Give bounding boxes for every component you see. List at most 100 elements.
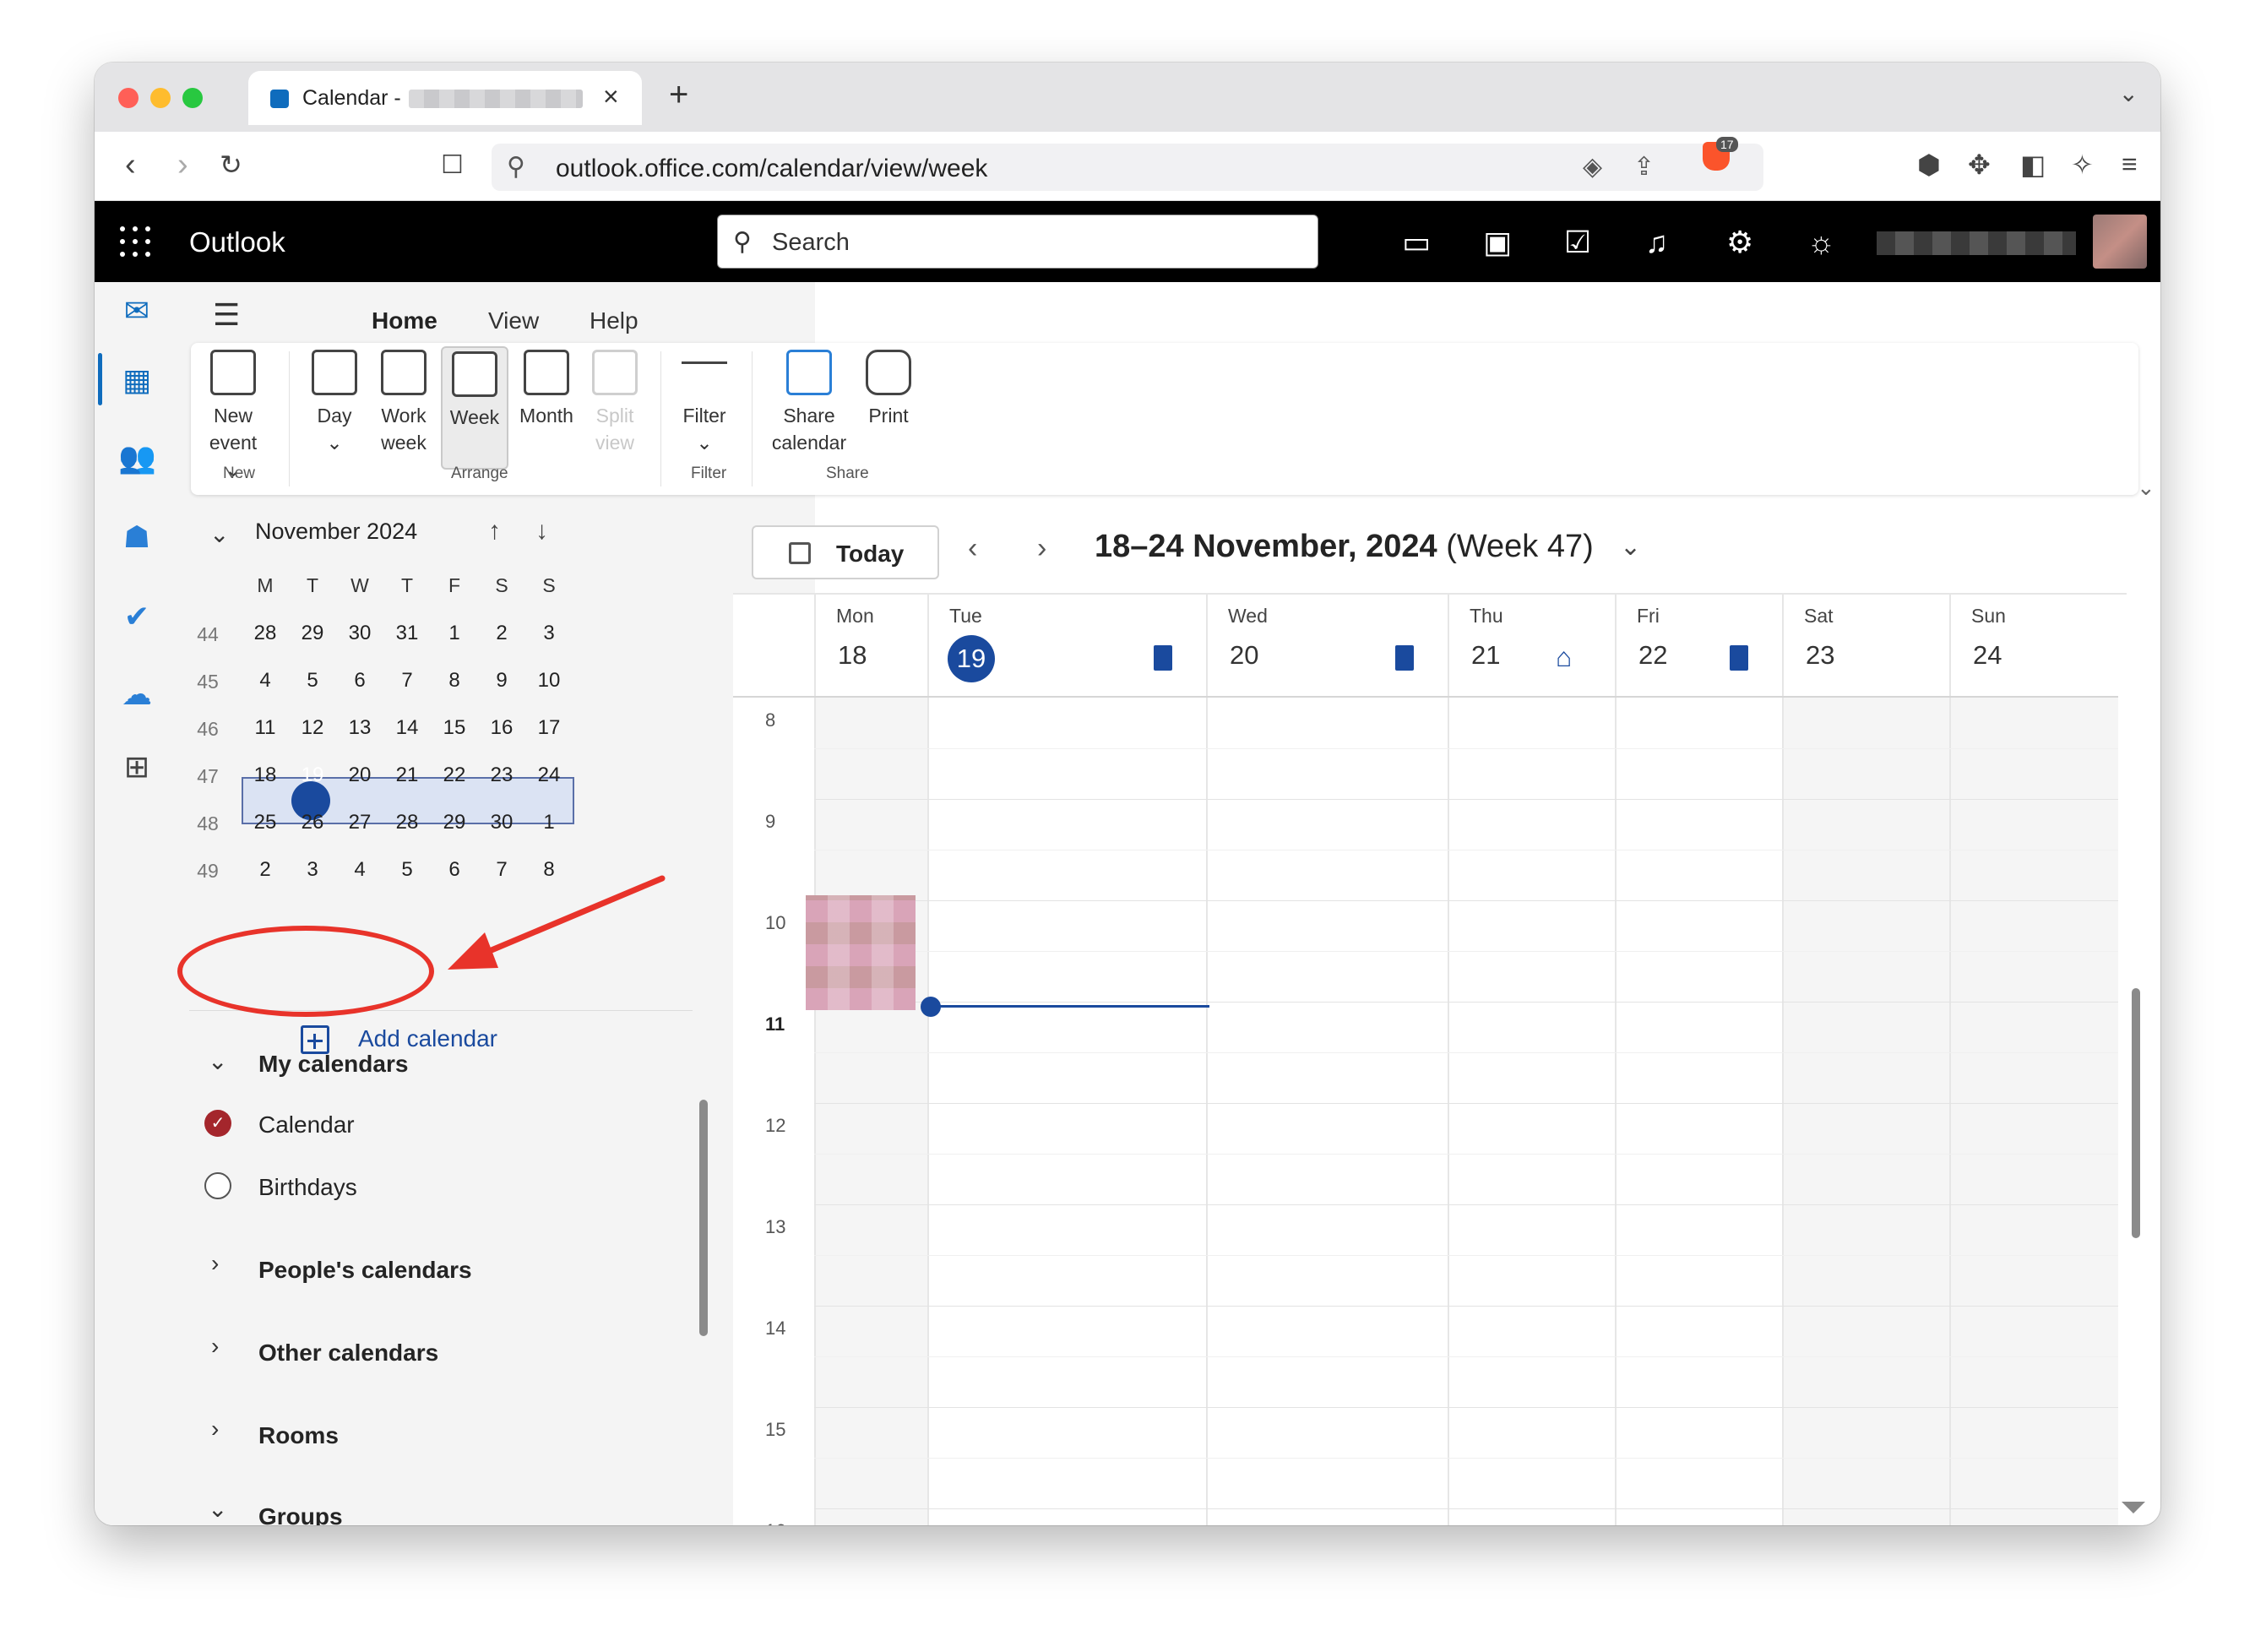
mini-calendar-day[interactable]: 2	[242, 846, 289, 894]
other-calendars-chevron-icon[interactable]: ›	[211, 1333, 219, 1360]
rooms-chevron-icon[interactable]: ›	[211, 1416, 219, 1443]
previous-week-chevron-icon[interactable]: ‹	[968, 532, 977, 565]
more-apps-icon[interactable]: ⊞	[118, 748, 155, 785]
forward-icon[interactable]: ›	[177, 147, 188, 183]
bookmark-icon[interactable]: ☐	[441, 150, 464, 180]
calendar-checked-icon[interactable]: ✓	[204, 1110, 231, 1137]
tab-help[interactable]: Help	[590, 307, 638, 334]
settings-gear-icon[interactable]: ⚙	[1726, 225, 1753, 260]
mini-calendar-day[interactable]: 11	[242, 704, 289, 752]
mini-calendar-day[interactable]: 7	[383, 657, 431, 704]
tips-lightbulb-icon[interactable]: ☼	[1807, 225, 1835, 260]
mini-calendar-day[interactable]: 16	[478, 704, 525, 752]
extension-icon[interactable]: ⬢	[1917, 149, 1941, 181]
date-range-picker[interactable]: 18–24 November, 2024 (Week 47)	[1095, 529, 1594, 565]
browser-menu-icon[interactable]: ≡	[2122, 149, 2138, 180]
mini-calendar-day[interactable]: 1	[525, 799, 573, 846]
meet-now-icon[interactable]: ▭	[1402, 225, 1431, 260]
day-number[interactable]: 18	[838, 640, 867, 671]
print-button[interactable]: Print	[858, 350, 919, 429]
day-column[interactable]: Sat 23	[1782, 595, 1949, 1525]
groups-heading[interactable]: Groups	[258, 1503, 343, 1525]
groups-icon[interactable]: ☗	[118, 519, 155, 556]
app-launcher-icon[interactable]	[120, 226, 150, 257]
onedrive-cloud-icon[interactable]: ☁	[118, 676, 155, 713]
mini-calendar-day[interactable]: 6	[431, 846, 478, 894]
mini-calendar-day[interactable]: 28	[242, 610, 289, 657]
mail-icon[interactable]: ✉	[118, 292, 155, 329]
mini-calendar-day[interactable]: 28	[383, 799, 431, 846]
sidebar-toggle-icon[interactable]: ◧	[2020, 149, 2046, 181]
mini-calendar-day[interactable]: 14	[383, 704, 431, 752]
mini-calendar-day[interactable]: 19	[289, 752, 336, 799]
mini-calendar-day[interactable]: 7	[478, 846, 525, 894]
mini-calendar-day[interactable]: 3	[289, 846, 336, 894]
minimize-window-button[interactable]	[150, 88, 171, 108]
browser-tab[interactable]: Calendar - ×	[248, 71, 642, 125]
home-icon[interactable]: ⌂	[1556, 642, 1572, 673]
notifications-bell-icon[interactable]: ♫	[1645, 225, 1668, 260]
day-column[interactable]: Thu 21 ⌂	[1448, 595, 1615, 1525]
day-column[interactable]: Mon 18	[814, 595, 927, 1525]
mini-calendar-day[interactable]: 30	[336, 610, 383, 657]
previous-month-arrow-icon[interactable]: ↑	[488, 517, 501, 546]
todo-check-icon[interactable]: ✔	[118, 598, 155, 635]
search-box[interactable]: ⚲ Search	[717, 215, 1318, 269]
address-bar[interactable]: ⚲ outlook.office.com/calendar/view/week …	[492, 144, 1763, 191]
peoples-calendars-chevron-icon[interactable]: ›	[211, 1250, 219, 1277]
tab-view[interactable]: View	[488, 307, 539, 334]
reload-icon[interactable]: ↻	[220, 149, 242, 181]
redacted-event[interactable]	[806, 895, 916, 1010]
tab-list-chevron-icon[interactable]: ⌄	[2119, 79, 2138, 107]
leo-ai-icon[interactable]: ✧	[2071, 149, 2094, 181]
onenote-icon[interactable]: ▣	[1483, 225, 1512, 260]
peoples-calendars-heading[interactable]: People's calendars	[258, 1257, 472, 1284]
mini-calendar-day[interactable]: 10	[525, 657, 573, 704]
tab-home[interactable]: Home	[372, 307, 437, 334]
calendar-icon[interactable]: ▦	[118, 361, 155, 399]
mini-calendar-day[interactable]: 5	[289, 657, 336, 704]
groups-chevron-icon[interactable]: ⌄	[208, 1495, 227, 1523]
today-button[interactable]: Today	[752, 525, 939, 579]
next-month-arrow-icon[interactable]: ↓	[535, 517, 548, 546]
url-text[interactable]: outlook.office.com/calendar/view/week	[556, 155, 987, 183]
mini-calendar-day[interactable]: 29	[289, 610, 336, 657]
calendar-item-birthdays[interactable]: Birthdays	[258, 1174, 357, 1201]
mini-calendar-day[interactable]: 29	[431, 799, 478, 846]
mini-calendar-day[interactable]: 25	[242, 799, 289, 846]
share-icon[interactable]: ⇪	[1633, 152, 1655, 182]
rooms-heading[interactable]: Rooms	[258, 1422, 339, 1449]
mini-calendar-day[interactable]: 5	[383, 846, 431, 894]
mini-calendar-day[interactable]: 24	[525, 752, 573, 799]
mini-calendar-day[interactable]: 13	[336, 704, 383, 752]
mini-calendar-day[interactable]: 2	[478, 610, 525, 657]
mini-calendar-day[interactable]: 23	[478, 752, 525, 799]
date-range-chevron-icon[interactable]: ⌄	[1620, 532, 1641, 562]
mini-calendar-day[interactable]: 26	[289, 799, 336, 846]
next-week-chevron-icon[interactable]: ›	[1037, 532, 1046, 565]
mini-calendar-day[interactable]: 21	[383, 752, 431, 799]
month-view-button[interactable]: Month	[513, 350, 579, 429]
calendar-scrollbar[interactable]	[2132, 988, 2140, 1238]
other-calendars-heading[interactable]: Other calendars	[258, 1340, 438, 1367]
day-column[interactable]: Tue 19	[927, 595, 1206, 1525]
mini-calendar-day[interactable]: 9	[478, 657, 525, 704]
calendar-item-calendar[interactable]: Calendar	[258, 1111, 355, 1138]
day-number[interactable]: 23	[1806, 640, 1834, 671]
day-number[interactable]: 20	[1230, 640, 1258, 671]
site-settings-icon[interactable]: ⚲	[507, 152, 525, 182]
week-view-button[interactable]: Week	[441, 346, 508, 470]
mini-calendar-day[interactable]: 4	[242, 657, 289, 704]
day-view-button[interactable]: Day ⌄	[304, 350, 365, 456]
mini-calendar-day[interactable]: 1	[431, 610, 478, 657]
mini-calendar-day[interactable]: 18	[242, 752, 289, 799]
birthdays-unchecked-icon[interactable]	[204, 1172, 231, 1199]
mini-calendar-day[interactable]: 27	[336, 799, 383, 846]
collapse-chevron-icon[interactable]: ⌄	[209, 520, 229, 548]
mini-calendar-day[interactable]: 8	[431, 657, 478, 704]
today-date-badge[interactable]: 19	[948, 635, 995, 682]
mini-calendar-day[interactable]: 30	[478, 799, 525, 846]
share-calendar-button[interactable]: Share calendar	[767, 350, 851, 456]
my-day-icon[interactable]: ☑	[1564, 225, 1591, 260]
day-number[interactable]: 21	[1471, 640, 1500, 671]
